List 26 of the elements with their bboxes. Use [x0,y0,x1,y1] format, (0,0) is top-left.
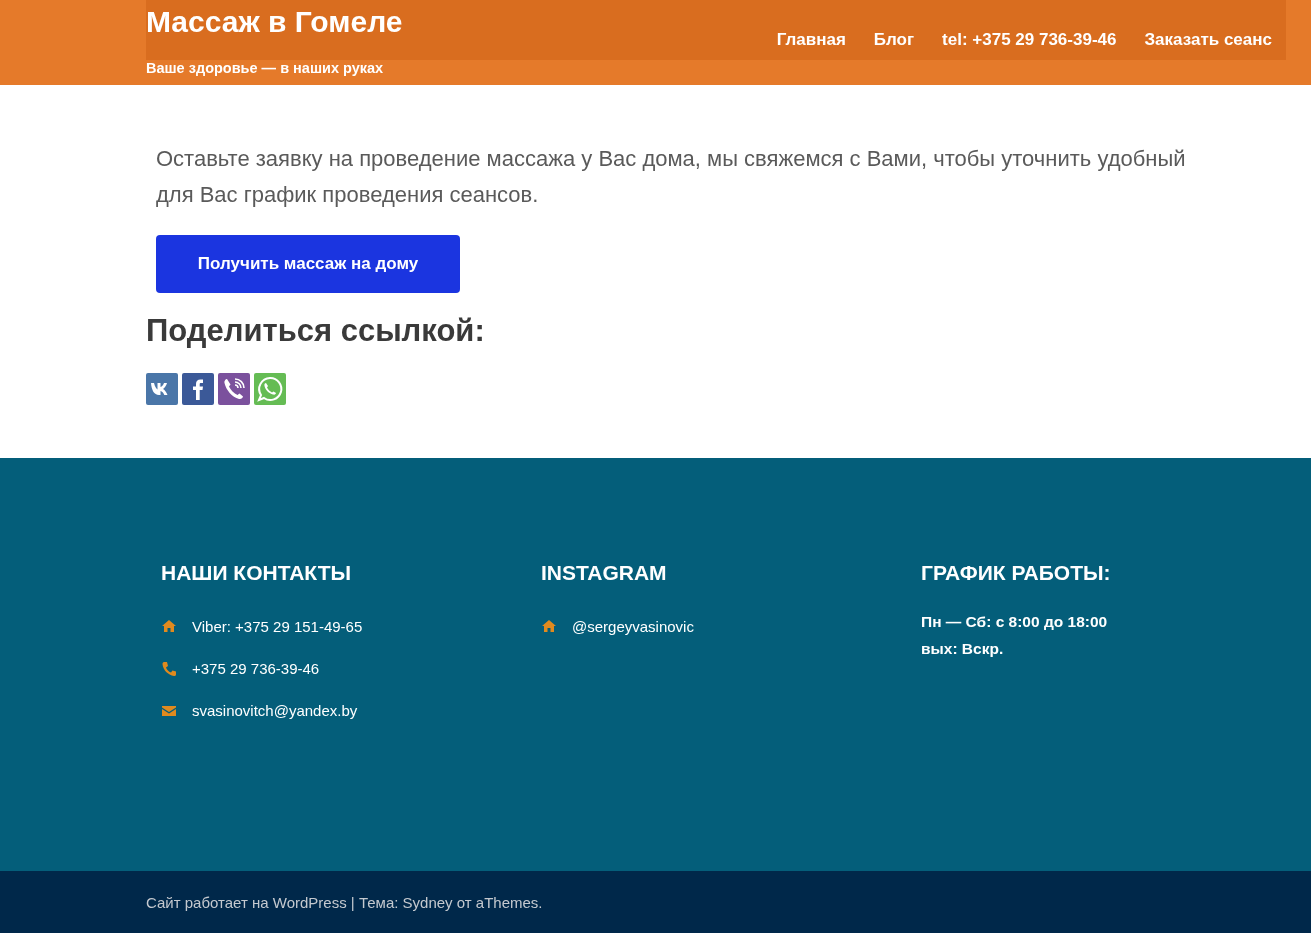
home-icon [161,619,177,635]
schedule-text: Пн — Сб: с 8:00 до 18:00 [921,612,1109,632]
home-icon [541,619,557,635]
home-massage-button[interactable]: Получить массаж на дому [156,235,460,293]
footer-credits: Сайт работает на WordPress | Тема: Sydney от aThemes. [146,893,543,911]
intro-text: Оставьте заявку на проведение массажа у Вас дома, мы свяжемся с Вами, чтобы уточнить удобный для Вас график проведения сеансов. [155,145,1186,209]
site-tagline: Ваше здоровье — в наших руках [146,60,385,76]
site-title[interactable]: Массаж в Гомеле [146,4,403,40]
nav-link[interactable]: Блог [873,30,915,50]
contact-text: Viber: +375 29 151-49-65 [192,617,363,637]
footer-heading: INSTAGRAM [541,560,668,586]
phone-icon [161,661,177,677]
nav-link[interactable]: Заказать сеанс [1144,30,1272,50]
viber-share-icon[interactable] [218,373,250,405]
envelope-icon [161,703,177,719]
facebook-share-icon[interactable] [182,373,214,405]
schedule-text: вых: Вскр. [921,639,1005,659]
contact-text: +375 29 736-39-46 [192,659,320,679]
share-heading: Поделиться ссылкой: [146,312,486,350]
footer-heading: ГРАФИК РАБОТЫ: [921,560,1112,586]
nav-link[interactable]: tel: +375 29 736-39-46 [942,30,1117,50]
nav-link[interactable]: Главная [776,30,846,50]
vk-share-icon[interactable] [146,373,178,405]
contact-text: svasinovitch@yandex.by [192,701,358,721]
footer-heading: НАШИ КОНТАКТЫ [161,560,353,586]
contact-text: @sergeyvasinovic [572,617,694,637]
